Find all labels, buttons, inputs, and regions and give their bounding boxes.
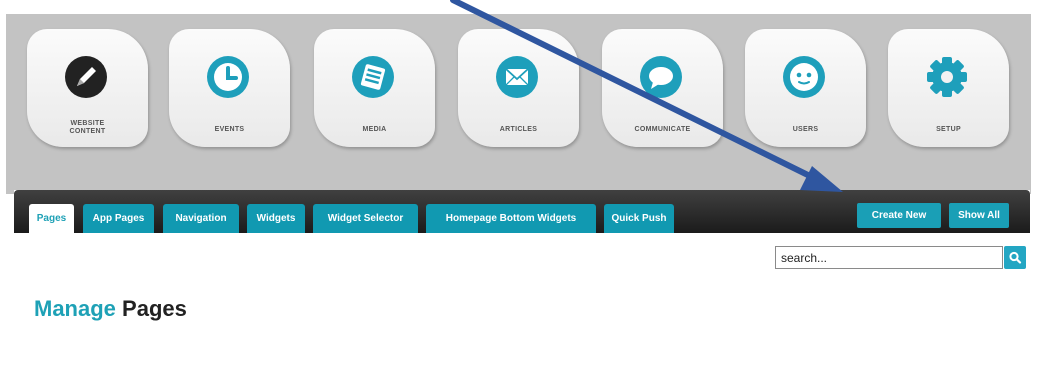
clock-icon	[206, 55, 250, 99]
tab-quick-push[interactable]: Quick Push	[604, 204, 674, 233]
search-icon	[1009, 251, 1022, 264]
tile-articles[interactable]: ARTICLES	[458, 29, 579, 147]
search-input[interactable]	[775, 246, 1003, 269]
tile-label: WEBSITE CONTENT	[27, 120, 148, 136]
tile-label: ARTICLES	[499, 126, 538, 133]
page-title: Manage Pages	[34, 296, 187, 322]
tab-widget-selector[interactable]: Widget Selector	[313, 204, 418, 233]
tile-events[interactable]: EVENTS	[169, 29, 290, 147]
tile-label: USERS	[792, 126, 819, 133]
tab-widgets[interactable]: Widgets	[247, 204, 305, 233]
tile-label-line-1: WEBSITE	[70, 120, 105, 127]
tile-users[interactable]: USERS	[745, 29, 866, 147]
tile-label: MEDIA	[362, 126, 387, 133]
gear-icon	[925, 55, 969, 99]
speech-bubble-icon	[639, 55, 683, 99]
tile-media[interactable]: MEDIA	[314, 29, 435, 147]
create-new-button[interactable]: Create New	[857, 203, 941, 228]
media-icon	[351, 55, 395, 99]
tab-bar: Pages App Pages Navigation Widgets Widge…	[14, 190, 1030, 233]
tile-label: EVENTS	[214, 126, 245, 133]
show-all-button[interactable]: Show All	[949, 203, 1009, 228]
tile-label-line-2: CONTENT	[69, 128, 106, 135]
tile-setup[interactable]: SETUP	[888, 29, 1009, 147]
search-button[interactable]	[1004, 246, 1026, 269]
tab-pages[interactable]: Pages	[29, 204, 74, 233]
face-icon	[782, 55, 826, 99]
tile-label: COMMUNICATE	[634, 126, 691, 133]
tab-app-pages[interactable]: App Pages	[83, 204, 154, 233]
tile-website-content[interactable]: WEBSITE CONTENT	[27, 29, 148, 147]
pencil-icon	[64, 55, 108, 99]
tile-communicate[interactable]: COMMUNICATE	[602, 29, 723, 147]
tab-homepage-bottom-widgets[interactable]: Homepage Bottom Widgets	[426, 204, 596, 233]
page-title-main: Pages	[122, 296, 187, 321]
page-title-accent: Manage	[34, 296, 116, 321]
pages-panel: Pages App Pages Navigation Widgets Widge…	[14, 190, 1030, 366]
tab-navigation[interactable]: Navigation	[163, 204, 239, 233]
tile-label: SETUP	[936, 126, 961, 133]
envelope-icon	[495, 55, 539, 99]
